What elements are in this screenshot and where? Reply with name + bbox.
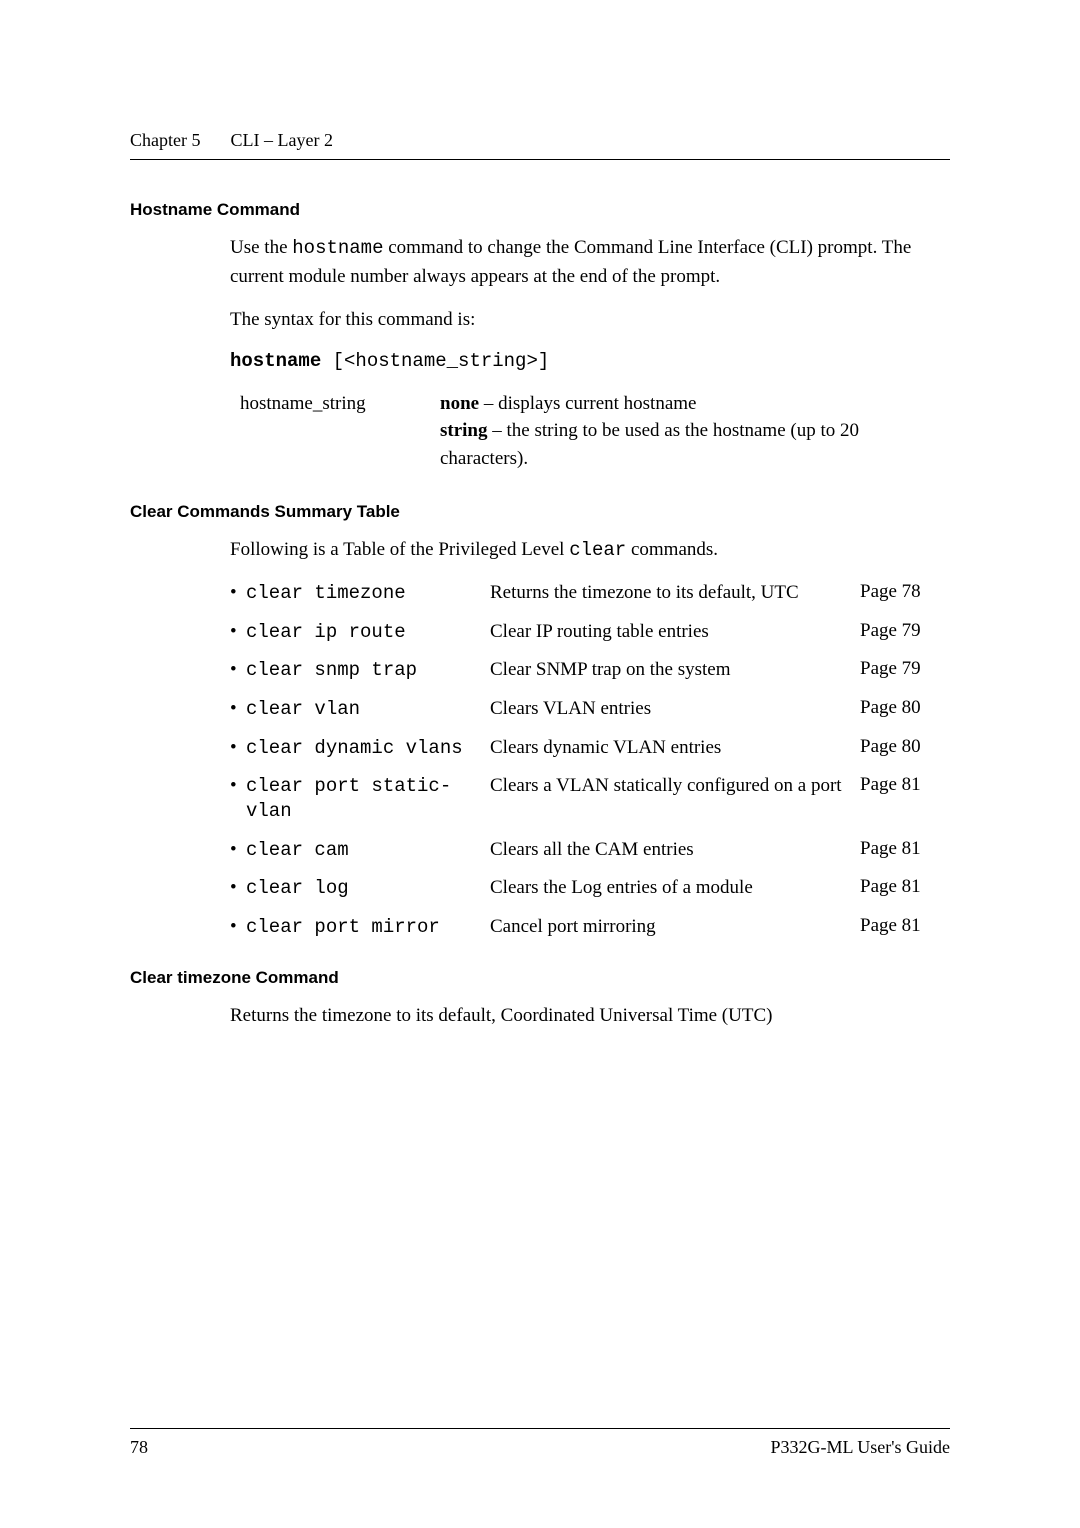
bullet-icon: •: [230, 697, 246, 722]
clear-timezone-heading: Clear timezone Command: [130, 968, 950, 988]
bullet-icon: •: [230, 658, 246, 683]
page-ref: Page 81: [860, 915, 950, 937]
bullet-icon: •: [230, 620, 246, 645]
table-row: •clear port static-vlan Clears a VLAN st…: [230, 774, 950, 823]
command-desc: Cancel port mirroring: [490, 915, 860, 940]
command-name: clear port static-vlan: [246, 774, 490, 823]
hostname-heading: Hostname Command: [130, 200, 950, 220]
command-desc: Clear IP routing table entries: [490, 620, 860, 645]
hostname-syntax: hostname [<hostname_string>]: [230, 350, 950, 372]
table-row: •clear dynamic vlans Clears dynamic VLAN…: [230, 736, 950, 761]
table-row: •clear ip route Clear IP routing table e…: [230, 620, 950, 645]
param-name: hostname_string: [240, 390, 440, 473]
doc-title: P332G-ML User's Guide: [770, 1437, 950, 1458]
table-row: •clear vlan Clears VLAN entries Page 80: [230, 697, 950, 722]
text-fragment: Use the: [230, 237, 292, 258]
text-fragment: commands.: [626, 539, 718, 560]
page-ref: Page 81: [860, 838, 950, 860]
chapter-title: CLI – Layer 2: [230, 130, 332, 151]
bullet-icon: •: [230, 774, 246, 823]
table-row: •clear cam Clears all the CAM entries Pa…: [230, 838, 950, 863]
command-name: clear cam: [246, 838, 490, 863]
table-row: •clear timezone Returns the timezone to …: [230, 581, 950, 606]
text-fragment: – the string to be used as the hostname …: [440, 420, 859, 469]
page-ref: Page 79: [860, 658, 950, 680]
clear-commands-table: •clear timezone Returns the timezone to …: [230, 581, 950, 940]
inline-code: clear: [569, 539, 626, 561]
command-desc: Clears dynamic VLAN entries: [490, 736, 860, 761]
text-fragment: – displays current hostname: [479, 393, 696, 414]
page-header: Chapter 5 CLI – Layer 2: [130, 130, 950, 151]
command-desc: Returns the timezone to its default, UTC: [490, 581, 860, 606]
bullet-icon: •: [230, 876, 246, 901]
bullet-icon: •: [230, 915, 246, 940]
inline-code: hostname: [292, 237, 383, 259]
command-desc: Clears a VLAN statically configured on a…: [490, 774, 860, 799]
command-name: clear snmp trap: [246, 658, 490, 683]
table-row: •clear snmp trap Clear SNMP trap on the …: [230, 658, 950, 683]
command-desc: Clears the Log entries of a module: [490, 876, 860, 901]
param-desc: none – displays current hostname string …: [440, 390, 950, 473]
command-name: clear ip route: [246, 620, 490, 645]
command-name: clear log: [246, 876, 490, 901]
hostname-para1: Use the hostname command to change the C…: [230, 234, 950, 290]
command-desc: Clears all the CAM entries: [490, 838, 860, 863]
header-rule: [130, 159, 950, 160]
chapter-label: Chapter 5: [130, 130, 200, 151]
clear-summary-intro: Following is a Table of the Privileged L…: [230, 536, 950, 565]
page-ref: Page 81: [860, 774, 950, 796]
hostname-para2: The syntax for this command is:: [230, 306, 950, 334]
footer-rule: [130, 1428, 950, 1429]
bullet-icon: •: [230, 581, 246, 606]
table-row: •clear port mirror Cancel port mirroring…: [230, 915, 950, 940]
page-ref: Page 78: [860, 581, 950, 603]
param-row: hostname_string none – displays current …: [240, 390, 950, 473]
command-desc: Clears VLAN entries: [490, 697, 860, 722]
command-name: clear vlan: [246, 697, 490, 722]
command-name: clear timezone: [246, 581, 490, 606]
param-keyword: none: [440, 393, 479, 414]
table-row: •clear log Clears the Log entries of a m…: [230, 876, 950, 901]
syntax-keyword: hostname: [230, 350, 321, 372]
bullet-icon: •: [230, 838, 246, 863]
page-ref: Page 81: [860, 876, 950, 898]
page-footer: 78 P332G-ML User's Guide: [130, 1428, 950, 1458]
command-name: clear dynamic vlans: [246, 736, 490, 761]
page-number: 78: [130, 1437, 148, 1458]
syntax-args: [<hostname_string>]: [321, 350, 549, 372]
clear-summary-heading: Clear Commands Summary Table: [130, 502, 950, 522]
page-ref: Page 80: [860, 736, 950, 758]
param-keyword: string: [440, 420, 488, 441]
command-desc: Clear SNMP trap on the system: [490, 658, 860, 683]
page-ref: Page 79: [860, 620, 950, 642]
text-fragment: Following is a Table of the Privileged L…: [230, 539, 569, 560]
page-ref: Page 80: [860, 697, 950, 719]
clear-timezone-body: Returns the timezone to its default, Coo…: [230, 1002, 950, 1030]
bullet-icon: •: [230, 736, 246, 761]
command-name: clear port mirror: [246, 915, 490, 940]
